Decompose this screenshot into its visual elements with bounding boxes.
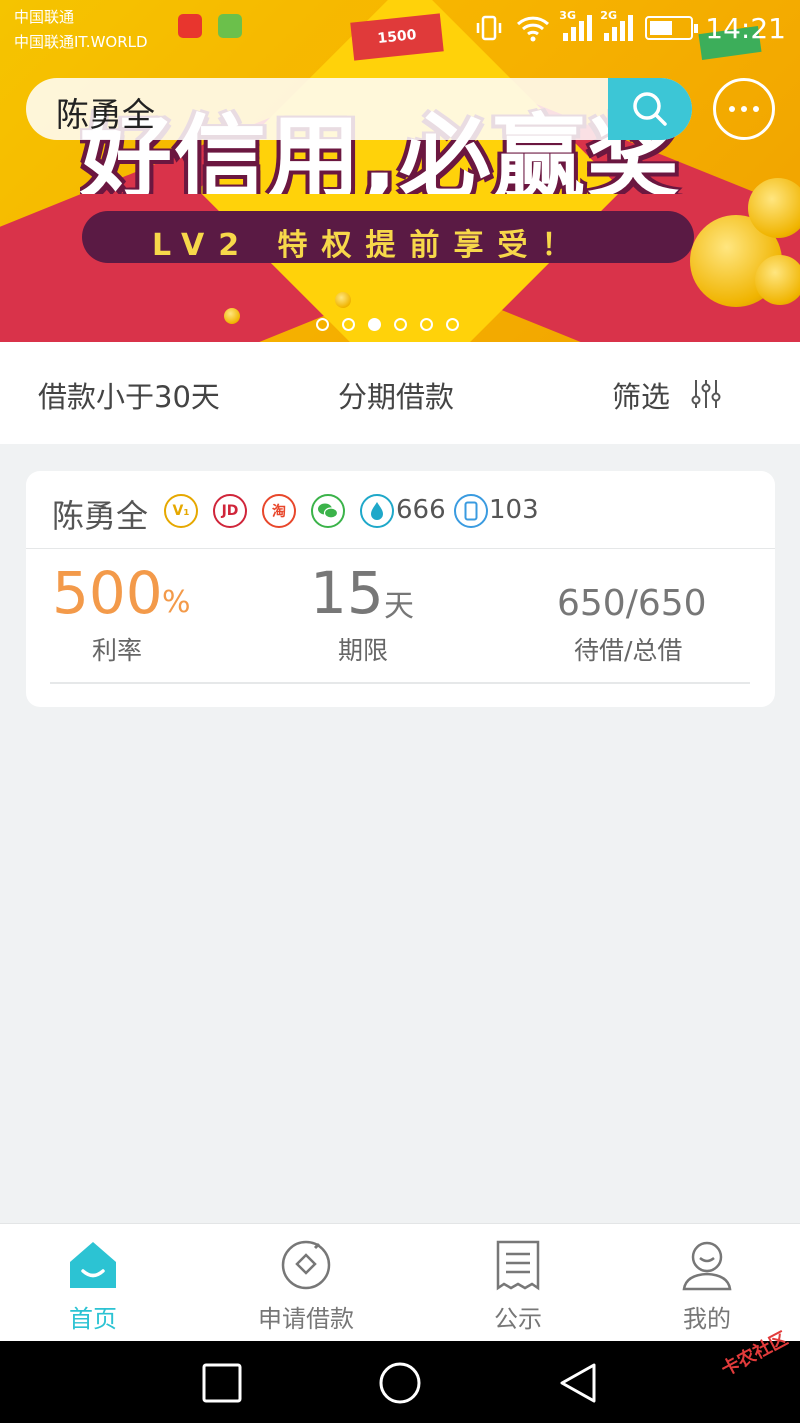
divider [50, 682, 750, 684]
app-notification-icon [178, 14, 202, 38]
back-icon[interactable] [556, 1361, 600, 1405]
carousel-dot[interactable] [342, 318, 355, 331]
filter-loan-period[interactable]: 借款小于30天 [38, 374, 220, 416]
sesame-credit-icon [360, 494, 394, 528]
taobao-verified-icon: 淘 [262, 494, 296, 528]
home-icon [70, 1242, 116, 1288]
coin-graphic [224, 308, 240, 324]
phone-months: 103 [489, 495, 539, 525]
tab-label: 公示 [494, 1305, 542, 1333]
amount-label: 待借/总借 [574, 636, 683, 665]
search-button[interactable] [608, 78, 692, 140]
coin-graphic [748, 178, 800, 238]
tab-profile[interactable]: 我的 [607, 1224, 800, 1342]
tab-home[interactable]: 首页 [0, 1224, 193, 1342]
app-notification-icon [218, 14, 242, 38]
signal-3g-icon: 3G [559, 9, 593, 41]
search-bar[interactable]: 陈勇全 [26, 78, 692, 140]
vibrate-icon [477, 15, 502, 41]
jd-verified-icon: JD [213, 494, 247, 528]
wechat-icon [311, 494, 345, 528]
phone-verified-icon [454, 494, 488, 528]
sesame-score: 666 [396, 495, 446, 525]
interest-rate-value: 500 [52, 559, 163, 627]
carousel-dot[interactable] [420, 318, 433, 331]
profile-icon [682, 1241, 732, 1291]
notice-icon [496, 1240, 540, 1291]
banner-subline-pill: LV2 特权提前享受！ [82, 211, 694, 263]
carrier-name: 中国联通 [14, 8, 75, 26]
term-value: 15 [310, 559, 384, 627]
more-dots-icon [729, 106, 735, 112]
status-bar: 中国联通 中国联通IT.WORLD 3G 2G 14:21 [0, 0, 800, 56]
filter-sliders-icon[interactable] [690, 378, 722, 410]
system-nav-bar [0, 1341, 800, 1423]
term-label: 期限 [338, 636, 389, 665]
coin-graphic [335, 292, 351, 308]
tab-apply-loan[interactable]: 申请借款 [206, 1224, 406, 1342]
filter-screen[interactable]: 筛选 [612, 374, 670, 416]
borrower-name: 陈勇全 [52, 497, 149, 535]
carousel-dot[interactable] [368, 318, 381, 331]
carousel-dot[interactable] [316, 318, 329, 331]
carousel-indicator[interactable] [316, 318, 459, 331]
signal-2g-icon: 2G [600, 9, 634, 41]
battery-icon [645, 16, 699, 40]
filter-screen-label: 筛选 [612, 380, 671, 414]
filter-bar: 借款小于30天 分期借款 筛选 [0, 342, 800, 444]
banner-subline: LV2 特权提前享受！ [152, 228, 586, 263]
filter-installment[interactable]: 分期借款 [338, 374, 454, 416]
home-button-icon[interactable] [378, 1361, 422, 1405]
tab-label: 申请借款 [258, 1305, 354, 1333]
apply-loan-icon [281, 1240, 331, 1290]
search-input[interactable]: 陈勇全 [56, 88, 155, 136]
term-unit: 天 [384, 589, 414, 624]
interest-rate-unit: % [162, 585, 191, 620]
loan-card-header: 陈勇全 V₁ JD 淘 666 103 [26, 471, 775, 549]
amount-value: 650/650 [557, 583, 707, 624]
clock: 14:21 [705, 11, 786, 45]
more-button[interactable] [713, 78, 775, 140]
interest-rate-label: 利率 [92, 636, 143, 665]
wifi-icon [517, 16, 550, 42]
carousel-dot[interactable] [394, 318, 407, 331]
bottom-tab-bar: 首页 申请借款 公示 我的 [0, 1223, 800, 1341]
carrier-name: 中国联通IT.WORLD [14, 33, 148, 51]
search-icon [633, 92, 667, 126]
tab-label: 首页 [69, 1305, 117, 1333]
coin-graphic [755, 255, 800, 305]
loan-card[interactable]: 陈勇全 V₁ JD 淘 666 103 500 % 利率 15 天 期限 650… [26, 471, 775, 707]
carousel-dot[interactable] [446, 318, 459, 331]
tab-notice[interactable]: 公示 [418, 1224, 618, 1342]
vip-level-icon: V₁ [164, 494, 198, 528]
recent-apps-icon[interactable] [200, 1361, 244, 1405]
